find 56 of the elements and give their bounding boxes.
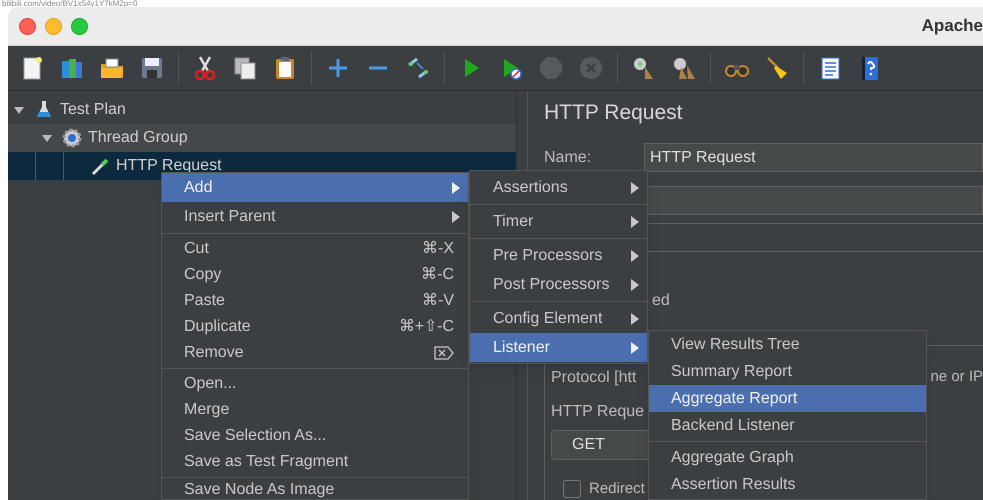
menu-item[interactable]: Save as Test Fragment xyxy=(162,449,468,475)
menu-item[interactable]: Remove xyxy=(162,340,468,366)
shortcut-label: ⌘-V xyxy=(422,291,454,311)
name-field[interactable]: HTTP Request xyxy=(644,143,983,172)
menu-item[interactable]: Insert Parent xyxy=(162,202,468,231)
expanded-toggle-icon[interactable] xyxy=(42,133,52,143)
menu-item[interactable]: Timer xyxy=(470,207,647,236)
flask-icon xyxy=(34,100,54,120)
menu-item[interactable]: Merge xyxy=(162,397,468,423)
field-label: ne or IP xyxy=(930,367,983,388)
submenu-arrow-icon xyxy=(631,216,639,228)
menu-item[interactable]: View Results Tree xyxy=(649,331,926,358)
submenu-arrow-icon xyxy=(452,210,460,222)
menu-item[interactable]: Open... xyxy=(162,371,468,397)
checkbox[interactable] xyxy=(563,480,581,498)
zoom-button[interactable] xyxy=(71,18,88,34)
menu-item[interactable]: Aggregate Report xyxy=(649,385,926,412)
menu-item[interactable]: Duplicate ⌘+⇧-C xyxy=(162,314,468,340)
shortcut-label: ⌘+⇧-C xyxy=(398,317,454,337)
submenu-arrow-icon xyxy=(631,250,639,262)
tree-item-label: Test Plan xyxy=(60,100,126,120)
menu-item[interactable]: Save Node As Image xyxy=(162,480,468,499)
tree-item-label: Thread Group xyxy=(88,128,188,148)
shortcut-label: ⌘-X xyxy=(422,239,454,259)
menu-item[interactable]: Add xyxy=(162,173,468,202)
submenu-arrow-icon xyxy=(631,342,639,354)
submenu-arrow-icon xyxy=(631,278,639,290)
delete-key-icon xyxy=(434,346,454,360)
field-label: Protocol [htt xyxy=(551,368,636,388)
menu-item[interactable]: Summary Report xyxy=(649,358,926,385)
window-title: Apache xyxy=(922,15,983,38)
submenu-arrow-icon xyxy=(631,312,639,324)
submenu-arrow-icon xyxy=(631,182,639,194)
menu-item[interactable]: Save Selection As... xyxy=(162,423,468,449)
section-label: HTTP Reque xyxy=(551,402,644,422)
close-button[interactable] xyxy=(19,18,36,34)
field-label: Name: xyxy=(544,148,592,168)
checkbox-label: Redirect xyxy=(589,478,645,498)
gear-icon xyxy=(62,128,82,148)
shortcut-label: ⌘-C xyxy=(421,265,454,285)
menu-item[interactable]: Cut ⌘-X xyxy=(162,236,468,262)
tree-item-label: HTTP Request xyxy=(116,156,222,176)
menu-item[interactable]: Pre Processors xyxy=(470,241,647,270)
submenu-arrow-icon xyxy=(452,182,460,194)
option-label: ed xyxy=(652,290,670,310)
panel-title: HTTP Request xyxy=(544,100,682,126)
menu-item[interactable]: Copy ⌘-C xyxy=(162,262,468,288)
pipette-icon xyxy=(90,156,110,176)
menu-item[interactable]: Config Element xyxy=(470,304,647,333)
menu-item[interactable]: Assertion Results xyxy=(649,471,926,498)
tree-row[interactable]: Thread Group xyxy=(8,124,516,152)
menu-item[interactable]: Post Processors xyxy=(470,270,647,299)
browser-url: bilibili.com/video/BV1x54y1Y7kM2p=0 xyxy=(2,0,138,7)
expanded-toggle-icon[interactable] xyxy=(14,105,24,115)
menu-item[interactable]: Paste ⌘-V xyxy=(162,288,468,314)
menu-item[interactable]: Listener xyxy=(470,333,647,362)
